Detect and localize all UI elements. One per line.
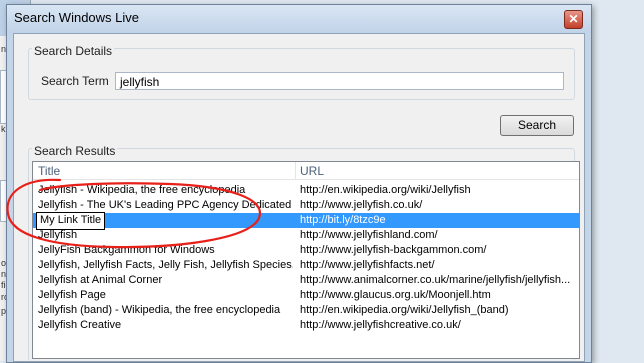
close-icon: ✕	[568, 12, 579, 26]
table-row[interactable]: Jellyfish Page http://www.glaucus.org.uk…	[33, 288, 579, 303]
row-url: http://www.glaucus.org.uk/Moonjell.htm	[300, 289, 491, 301]
search-button[interactable]: Search	[500, 115, 574, 136]
table-row-selected[interactable]: My Link Title http://bit.ly/8tzc9e	[33, 212, 579, 230]
row-url: http://www.jellyfish-backgammon.com/	[300, 244, 487, 256]
row-url: http://www.jellyfishland.com/	[300, 229, 438, 241]
row-title: Jellyfish (band) - Wikipedia, the free e…	[38, 304, 281, 316]
row-url: http://bit.ly/8tzc9e	[300, 214, 386, 226]
search-term-input[interactable]: jellyfish	[115, 72, 564, 90]
table-row[interactable]: Jellyfish - Wikipedia, the free encyclop…	[33, 183, 579, 198]
table-row[interactable]: Jellyfish (band) - Wikipedia, the free e…	[33, 303, 579, 318]
search-results-label: Search Results	[32, 144, 118, 158]
row-title: Jellyfish - The UK's Leading PPC Agency …	[38, 199, 293, 211]
table-row[interactable]: Jellyfish at Animal Corner http://www.an…	[33, 273, 579, 288]
table-row[interactable]: Jellyfish, Jellyfish Facts, Jelly Fish, …	[33, 258, 579, 273]
row-title: Jellyfish at Animal Corner	[38, 274, 163, 286]
row-title: Jellyfish Page	[38, 289, 106, 301]
results-list[interactable]: Title URL Jellyfish - Wikipedia, the fre…	[32, 161, 580, 359]
close-button[interactable]: ✕	[564, 10, 583, 29]
row-url: http://en.wikipedia.org/wiki/Jellyfish	[300, 184, 471, 196]
row-url: http://www.jellyfish.co.uk/	[300, 199, 423, 211]
row-title: Jellyfish - Wikipedia, the free encyclop…	[38, 184, 246, 196]
row-url: http://www.jellyfishcreative.co.uk/	[300, 319, 461, 331]
search-dialog: Search Windows Live ✕ Search Details Sea…	[6, 4, 592, 363]
row-url: http://en.wikipedia.org/wiki/Jellyfish_(…	[300, 304, 509, 316]
search-term-label: Search Term	[41, 74, 109, 88]
dialog-titlebar[interactable]: Search Windows Live ✕	[7, 5, 591, 33]
column-header-url[interactable]: URL	[300, 164, 324, 178]
row-title: Jellyfish	[38, 229, 78, 241]
table-row[interactable]: JellyFish Backgammon for Windows http://…	[33, 243, 579, 258]
row-url: http://www.jellyfishfacts.net/	[300, 259, 435, 271]
table-row[interactable]: Jellyfish Creative http://www.jellyfishc…	[33, 318, 579, 333]
row-title: Jellyfish, Jellyfish Facts, Jelly Fish, …	[38, 259, 293, 271]
table-row[interactable]: Jellyfish http://www.jellyfishland.com/	[33, 228, 579, 243]
search-details-label: Search Details	[32, 44, 115, 58]
column-divider[interactable]	[295, 162, 296, 179]
row-url: http://www.animalcorner.co.uk/marine/jel…	[300, 274, 571, 286]
table-row[interactable]: Jellyfish - The UK's Leading PPC Agency …	[33, 198, 579, 213]
dialog-client-area: Search Details Search Term jellyfish Sea…	[13, 33, 585, 362]
row-title: Jellyfish Creative	[38, 319, 122, 331]
dialog-title: Search Windows Live	[14, 10, 139, 25]
column-header-title[interactable]: Title	[38, 164, 60, 178]
results-list-header: Title URL	[33, 162, 579, 180]
row-title: JellyFish Backgammon for Windows	[38, 244, 215, 256]
